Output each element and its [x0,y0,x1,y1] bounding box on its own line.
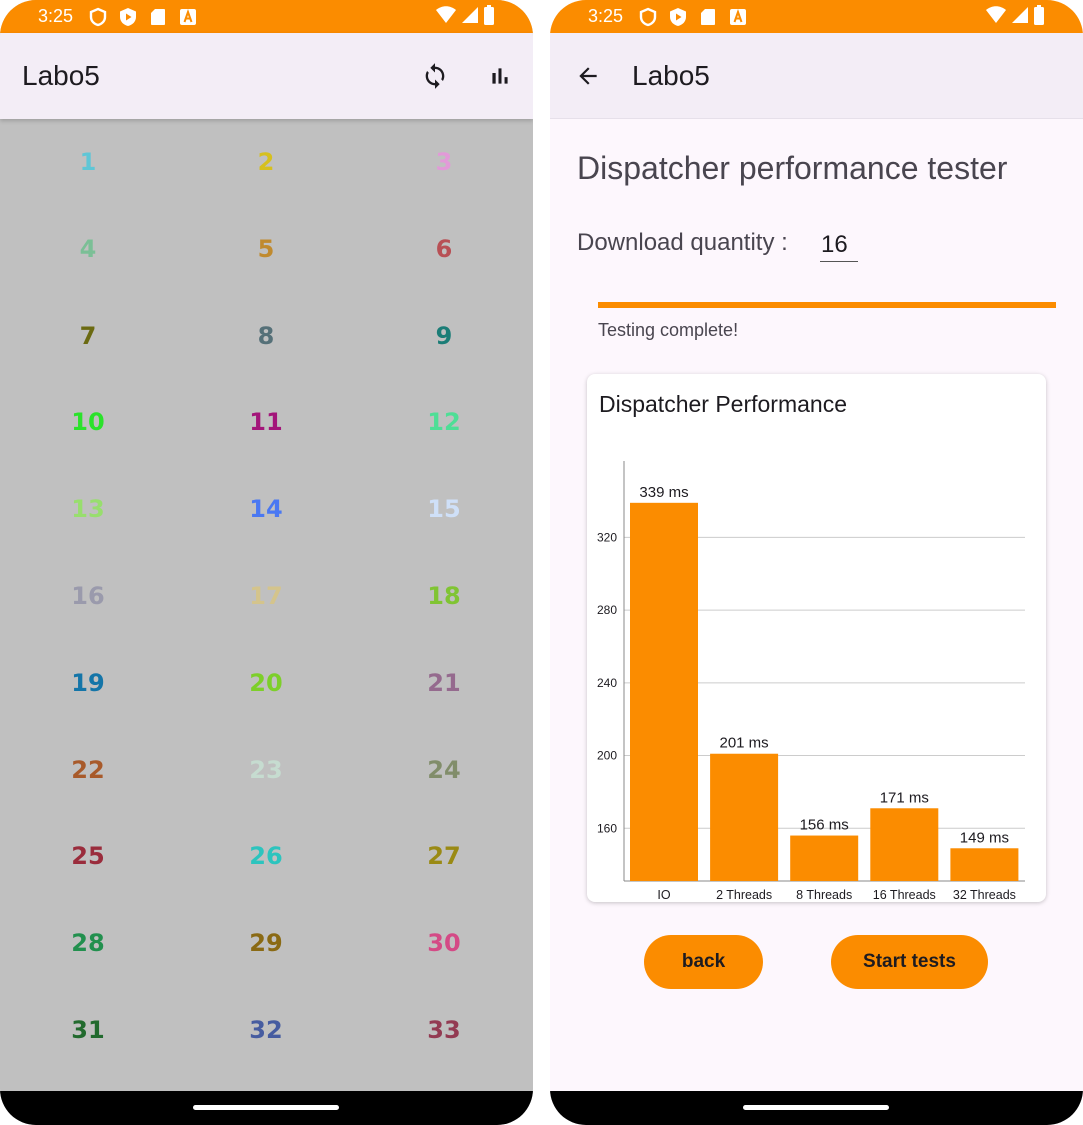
shield-icon [88,7,108,27]
play-protect-icon [668,7,688,27]
bar [950,848,1019,881]
bar [790,835,859,881]
x-tick-label: 2 Threads [716,888,772,902]
chart-card: Dispatcher Performance 160 200 240 280 320 33… [587,374,1046,902]
back-button[interactable]: back [644,935,763,989]
grid-item[interactable]: 29 [226,923,306,963]
y-tick-label: 280 [597,603,617,617]
grid-item[interactable]: 19 [48,663,128,703]
status-time: 3:25 [588,6,624,26]
grid-item[interactable]: 7 [48,316,128,356]
x-tick-label: IO [657,888,670,902]
grid-item[interactable]: 23 [226,750,306,790]
grid-item[interactable]: 9 [404,316,484,356]
app-title: Labo5 [22,60,100,91]
arrow-back-icon[interactable] [566,54,610,98]
bar-chart-icon[interactable] [478,54,522,98]
status-time: 3:25 [38,6,74,26]
progress-bar [598,302,1056,308]
grid-item[interactable]: 16 [48,576,128,616]
navigation-bar [550,1091,1083,1125]
bar [710,753,779,881]
status-text: Testing complete! [598,320,739,340]
data-label: 339 ms [639,484,688,501]
home-handle[interactable] [743,1105,889,1110]
data-label: 201 ms [719,735,768,752]
grid-item[interactable]: 17 [226,576,306,616]
sd-card-icon [698,7,718,27]
x-tick-label: 32 Threads [953,888,1016,902]
download-quantity-input[interactable] [820,224,858,262]
x-tick-label: 16 Threads [873,888,936,902]
top-app-bar: Labo5 [550,33,1083,119]
navigation-bar [0,1091,533,1125]
start-tests-button[interactable]: Start tests [831,935,988,989]
grid-item[interactable]: 26 [226,836,306,876]
grid-item[interactable]: 2 [226,142,306,182]
page-heading: Dispatcher performance tester [577,150,1008,186]
app-title: Labo5 [632,60,710,91]
grid-item[interactable]: 5 [226,229,306,269]
grid-item[interactable]: 12 [404,402,484,442]
grid-item[interactable]: 4 [48,229,128,269]
status-bar: 3:25 [0,0,533,33]
font-a-icon [178,7,198,27]
phone-screen-grid: 3:25 Labo5 1 2 3 4 5 6 7 8 9 10 11 12 13… [0,0,533,1125]
data-label: 171 ms [880,789,929,806]
grid-item[interactable]: 21 [404,663,484,703]
shield-icon [638,7,658,27]
grid-item[interactable]: 10 [48,402,128,442]
grid-item[interactable]: 25 [48,836,128,876]
grid-item[interactable]: 1 [48,142,128,182]
bar-chart: 160 200 240 280 320 339 ms IO 201 ms 2 Threads 15… [597,461,1025,902]
y-tick-label: 240 [597,676,617,690]
grid-item[interactable]: 28 [48,923,128,963]
play-protect-icon [118,7,138,27]
home-handle[interactable] [193,1105,339,1110]
grid-item[interactable]: 31 [48,1010,128,1050]
y-tick-label: 160 [597,821,617,835]
grid-item[interactable]: 6 [404,229,484,269]
download-quantity-label: Download quantity : [577,229,788,256]
phone-screen-tester: 3:25 Labo5 Dispatcher performance tester… [550,0,1083,1125]
data-label: 149 ms [960,829,1009,846]
signal-icon [461,5,479,30]
bar [630,502,698,881]
grid-item[interactable]: 33 [404,1010,484,1050]
grid-item[interactable]: 20 [226,663,306,703]
wifi-icon [435,5,457,30]
wifi-icon [985,5,1007,30]
y-tick-label: 320 [597,530,617,544]
font-a-icon [728,7,748,27]
grid-item[interactable]: 3 [404,142,484,182]
grid-item[interactable]: 8 [226,316,306,356]
grid-item[interactable]: 15 [404,489,484,529]
top-app-bar: Labo5 [0,33,533,119]
bar [870,808,939,881]
grid-item[interactable]: 14 [226,489,306,529]
grid-item[interactable]: 18 [404,576,484,616]
grid-item[interactable]: 32 [226,1010,306,1050]
y-tick-label: 200 [597,749,617,763]
grid-item[interactable]: 30 [404,923,484,963]
sd-card-icon [148,7,168,27]
grid-item[interactable]: 24 [404,750,484,790]
grid-item[interactable]: 27 [404,836,484,876]
grid-item[interactable]: 22 [48,750,128,790]
grid-item[interactable]: 13 [48,489,128,529]
x-tick-label: 8 Threads [796,888,852,902]
data-label: 156 ms [800,817,849,834]
battery-icon [483,4,495,30]
refresh-icon[interactable] [413,54,457,98]
signal-icon [1011,5,1029,30]
grid-item[interactable]: 11 [226,402,306,442]
battery-icon [1033,4,1045,30]
status-bar: 3:25 [550,0,1083,33]
